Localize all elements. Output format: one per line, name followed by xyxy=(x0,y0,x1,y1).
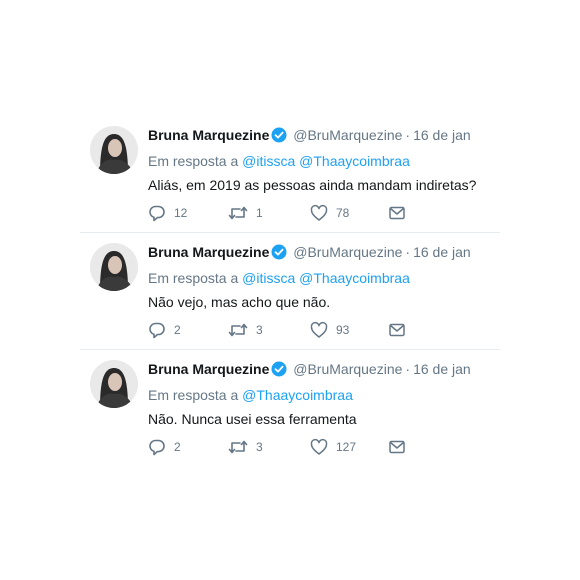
tweet-text: Aliás, em 2019 as pessoas ainda mandam i… xyxy=(148,177,477,193)
reply-button[interactable]: 2 xyxy=(148,438,181,456)
mention-link[interactable]: @Thaaycoimbraa xyxy=(299,153,410,169)
author-name[interactable]: Bruna Marquezine xyxy=(148,127,269,143)
reply-prefix: Em resposta a xyxy=(148,270,239,286)
heart-icon xyxy=(310,321,328,338)
reply-context: Em resposta a @itissca @Thaaycoimbraa xyxy=(148,152,500,170)
retweet-count: 3 xyxy=(256,440,263,454)
retweet-icon xyxy=(228,206,248,220)
author-name[interactable]: Bruna Marquezine xyxy=(148,361,269,377)
mention-link[interactable]: @Thaaycoimbraa xyxy=(242,387,353,403)
avatar[interactable] xyxy=(90,126,138,174)
tweet-thread: Bruna Marquezine @BruMarquezine · 16 de ja… xyxy=(80,116,500,467)
reply-button[interactable]: 12 xyxy=(148,204,187,222)
heart-icon xyxy=(310,438,328,455)
retweet-count: 3 xyxy=(256,323,263,337)
envelope-icon xyxy=(389,440,405,454)
separator: · xyxy=(405,127,411,143)
reply-icon xyxy=(149,205,165,222)
direct-message-button[interactable] xyxy=(388,204,406,222)
retweet-button[interactable]: 1 xyxy=(228,204,263,222)
reply-icon xyxy=(149,322,165,339)
verified-badge-icon xyxy=(271,244,287,264)
like-count: 127 xyxy=(336,440,357,454)
separator: · xyxy=(405,361,411,377)
like-button[interactable]: 127 xyxy=(310,438,356,456)
tweet-text: Não vejo, mas acho que não. xyxy=(148,294,331,310)
mention-link[interactable]: @itissca xyxy=(242,270,295,286)
like-count: 78 xyxy=(336,206,350,220)
direct-message-button[interactable] xyxy=(388,321,406,339)
tweet-actions: 12 1 78 xyxy=(148,204,418,224)
direct-message-button[interactable] xyxy=(388,438,406,456)
like-count: 93 xyxy=(336,323,350,337)
author-handle[interactable]: @BruMarquezine xyxy=(293,361,402,377)
separator: · xyxy=(405,244,411,260)
reply-count: 12 xyxy=(174,206,188,220)
verified-badge-icon xyxy=(271,127,287,147)
reply-count: 2 xyxy=(174,440,181,454)
envelope-icon xyxy=(389,206,405,220)
avatar[interactable] xyxy=(90,360,138,408)
reply-button[interactable]: 2 xyxy=(148,321,181,339)
tweet-date[interactable]: 16 de jan xyxy=(413,127,471,143)
retweet-count: 1 xyxy=(256,206,263,220)
tweet[interactable]: Bruna Marquezine @BruMarquezine · 16 de ja… xyxy=(80,233,500,350)
tweet[interactable]: Bruna Marquezine @BruMarquezine · 16 de ja… xyxy=(80,350,500,467)
envelope-icon xyxy=(389,323,405,337)
avatar[interactable] xyxy=(90,243,138,291)
tweet-text: Não. Nunca usei essa ferramenta xyxy=(148,411,357,427)
mention-link[interactable]: @itissca xyxy=(242,153,295,169)
author-handle[interactable]: @BruMarquezine xyxy=(293,244,402,260)
tweet-actions: 2 3 93 xyxy=(148,321,418,341)
tweet-date[interactable]: 16 de jan xyxy=(413,244,471,260)
author-name[interactable]: Bruna Marquezine xyxy=(148,244,269,260)
reply-icon xyxy=(149,439,165,456)
retweet-button[interactable]: 3 xyxy=(228,438,263,456)
reply-count: 2 xyxy=(174,323,181,337)
tweet[interactable]: Bruna Marquezine @BruMarquezine · 16 de ja… xyxy=(80,116,500,233)
reply-prefix: Em resposta a xyxy=(148,153,239,169)
like-button[interactable]: 93 xyxy=(310,321,349,339)
reply-prefix: Em resposta a xyxy=(148,387,239,403)
author-handle[interactable]: @BruMarquezine xyxy=(293,127,402,143)
like-button[interactable]: 78 xyxy=(310,204,349,222)
heart-icon xyxy=(310,204,328,221)
retweet-icon xyxy=(228,323,248,337)
verified-badge-icon xyxy=(271,361,287,381)
tweet-actions: 2 3 127 xyxy=(148,438,418,458)
retweet-icon xyxy=(228,440,248,454)
reply-context: Em resposta a @itissca @Thaaycoimbraa xyxy=(148,269,500,287)
reply-context: Em resposta a @Thaaycoimbraa xyxy=(148,386,500,404)
retweet-button[interactable]: 3 xyxy=(228,321,263,339)
mention-link[interactable]: @Thaaycoimbraa xyxy=(299,270,410,286)
tweet-date[interactable]: 16 de jan xyxy=(413,361,471,377)
